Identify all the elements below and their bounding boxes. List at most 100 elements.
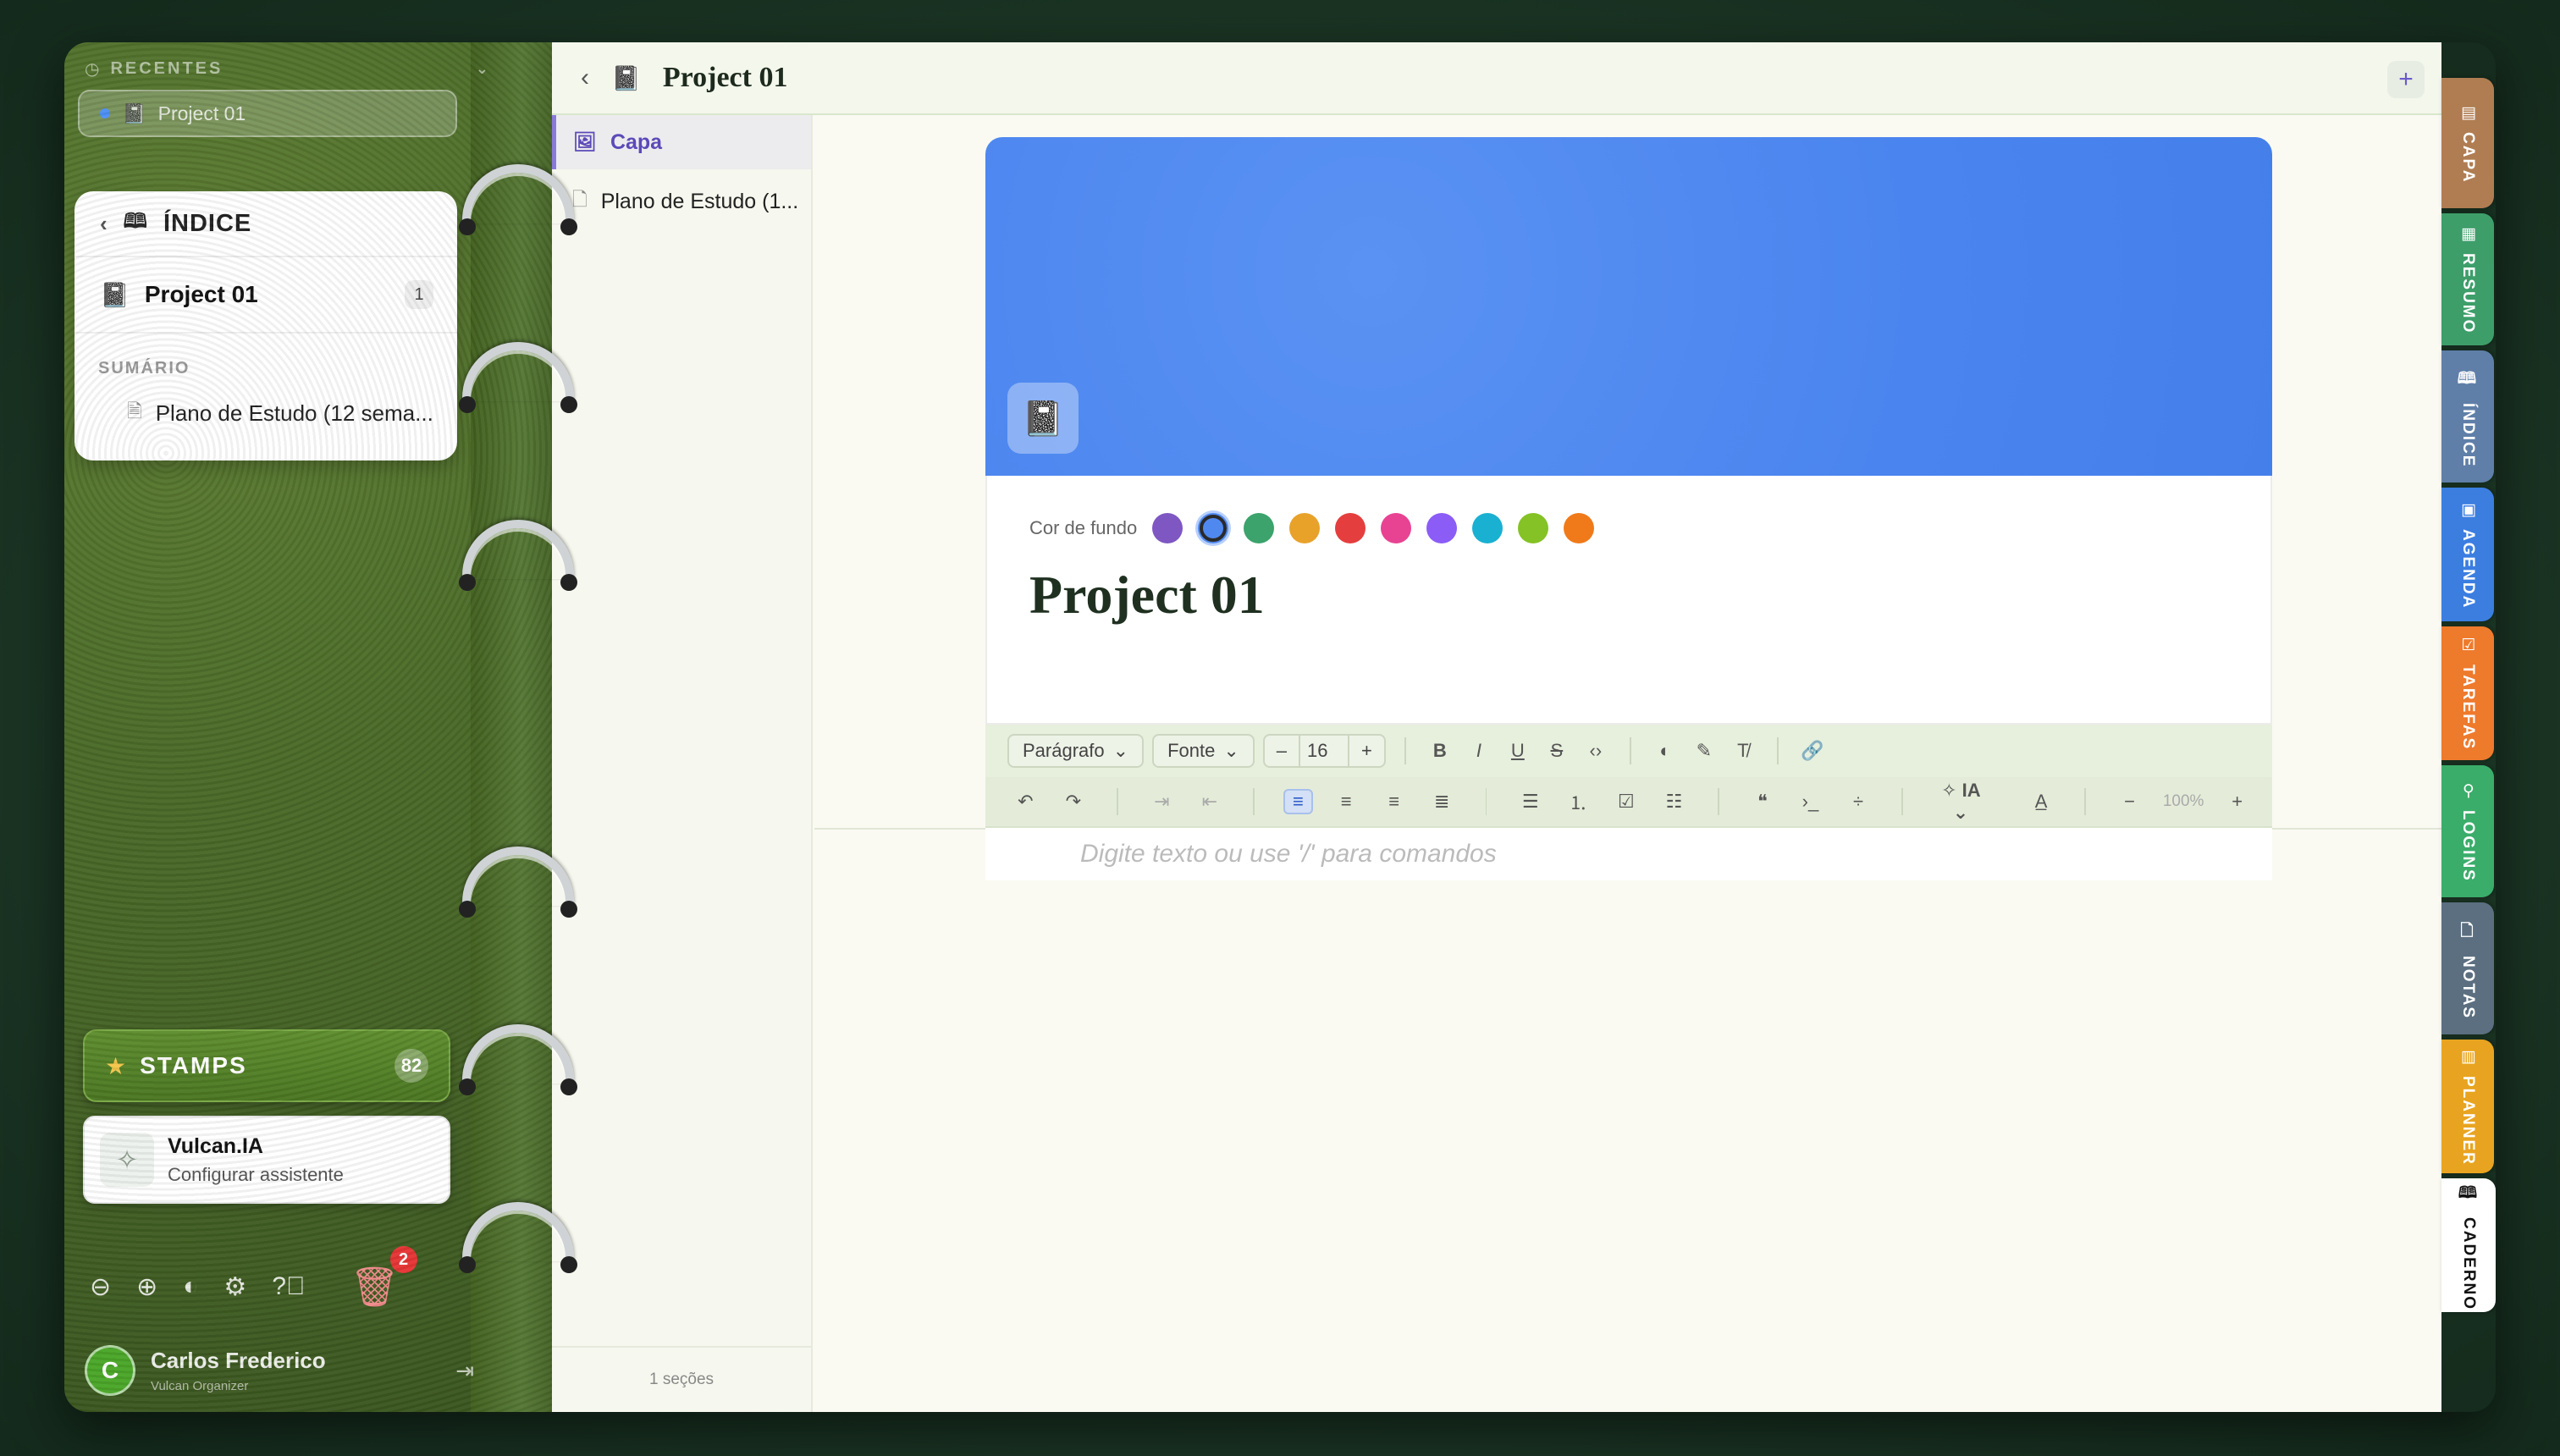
color-swatch[interactable] bbox=[1198, 513, 1229, 543]
numbered-list-icon[interactable]: ⒈ bbox=[1564, 788, 1593, 815]
project-count-badge: 1 bbox=[405, 280, 433, 309]
text-color-icon[interactable]: ◐ bbox=[1650, 740, 1680, 762]
tab-capa[interactable]: ▤ CAPA bbox=[2441, 78, 2494, 208]
toolbar-divider bbox=[2084, 788, 2087, 815]
italic-icon[interactable]: I bbox=[1464, 740, 1494, 762]
image-icon: 🖼 bbox=[573, 131, 597, 152]
index-card: ‹ 🕮 ÍNDICE 📓 Project 01 1 SUMÁRIO 🗎 Plan… bbox=[74, 191, 457, 461]
align-left-icon[interactable]: ≡ bbox=[1283, 789, 1313, 814]
highlight-icon[interactable]: ✎ bbox=[1689, 740, 1719, 762]
color-swatch[interactable] bbox=[1335, 513, 1366, 543]
zoom-in-icon[interactable]: + bbox=[2222, 791, 2252, 813]
redo-icon[interactable]: ↷ bbox=[1059, 791, 1089, 813]
toolbar-divider bbox=[1901, 788, 1904, 815]
font-dropdown-label: Fonte bbox=[1167, 740, 1216, 761]
cover-banner[interactable]: 📓 bbox=[985, 137, 2272, 476]
font-size-value[interactable]: 16 bbox=[1299, 736, 1350, 766]
section-capa-label: Capa bbox=[610, 130, 663, 154]
tab-caderno[interactable]: 🕮 CADERNO bbox=[2441, 1178, 2496, 1312]
bold-icon[interactable]: B bbox=[1425, 740, 1455, 762]
color-swatch[interactable] bbox=[1472, 513, 1503, 543]
editor-input[interactable]: Digite texto ou use '/' para comandos bbox=[985, 828, 2272, 880]
color-swatch[interactable] bbox=[1289, 513, 1321, 543]
avatar[interactable]: C bbox=[85, 1345, 135, 1396]
bullet-list-icon[interactable]: ☰ bbox=[1515, 791, 1545, 813]
page-title: Project 01 bbox=[662, 62, 788, 93]
paragraph-dropdown-label: Parágrafo bbox=[1023, 740, 1105, 761]
trash-basket-icon: 🗑 bbox=[350, 1264, 400, 1309]
checklist-icon[interactable]: ☑ bbox=[1612, 791, 1641, 813]
active-dot bbox=[100, 108, 110, 119]
undo-icon[interactable]: ↶ bbox=[1011, 791, 1040, 813]
tab-resumo[interactable]: ▦ RESUMO bbox=[2441, 213, 2494, 345]
tab-agenda[interactable]: ▣ AGENDA bbox=[2441, 488, 2494, 621]
tab-tarefas[interactable]: ☑ TAREFAS bbox=[2441, 626, 2494, 760]
spellcheck-icon[interactable]: A̲ bbox=[2027, 791, 2056, 813]
ordered-list-icon[interactable]: ☷ bbox=[1659, 791, 1689, 813]
help-icon[interactable]: ?⃝ bbox=[272, 1272, 305, 1301]
color-swatch[interactable] bbox=[1426, 513, 1458, 543]
color-swatch[interactable] bbox=[1244, 513, 1275, 543]
color-swatch[interactable] bbox=[1152, 513, 1183, 543]
book-icon: 🕮 bbox=[123, 209, 148, 233]
tab-índice[interactable]: 🕮 ÍNDICE bbox=[2441, 350, 2494, 483]
color-swatch[interactable] bbox=[1564, 513, 1595, 543]
font-size-stepper[interactable]: – 16 + bbox=[1262, 734, 1386, 768]
align-right-icon[interactable]: ≡ bbox=[1379, 791, 1409, 813]
notebook-cover-icon[interactable]: 📓 bbox=[1007, 383, 1079, 454]
tab-icon: ▤ bbox=[2459, 102, 2477, 124]
code-icon[interactable]: ‹› bbox=[1581, 740, 1611, 762]
zoom-out-icon[interactable]: ⊖ bbox=[90, 1272, 111, 1302]
project-title[interactable]: Project 01 bbox=[1029, 564, 1265, 626]
font-size-increase[interactable]: + bbox=[1349, 740, 1384, 762]
ai-button[interactable]: ✧ IA ⌄ bbox=[1932, 780, 1989, 824]
gear-icon[interactable]: ⚙ bbox=[223, 1272, 246, 1302]
section-item[interactable]: 🗋 Plano de Estudo (1... bbox=[552, 169, 811, 234]
indent-icon[interactable]: ⇥ bbox=[1147, 791, 1177, 813]
font-dropdown[interactable]: Fonte ⌄ bbox=[1152, 734, 1255, 768]
tab-icon: ☑ bbox=[2459, 636, 2477, 657]
summary-item[interactable]: 🗎 Plano de Estudo (12 sema... bbox=[74, 378, 457, 429]
palette-icon[interactable]: ◐ bbox=[183, 1272, 198, 1301]
section-capa[interactable]: 🖼 Capa bbox=[552, 115, 811, 169]
user-role: Vulcan Organizer bbox=[151, 1379, 249, 1393]
strikethrough-icon[interactable]: S bbox=[1542, 740, 1572, 762]
clear-format-icon[interactable]: T̸ bbox=[1728, 740, 1758, 762]
chevron-left-icon[interactable]: ‹ bbox=[100, 211, 108, 237]
chevron-down-icon[interactable]: ⌄ bbox=[476, 60, 491, 78]
underline-icon[interactable]: U bbox=[1503, 740, 1533, 762]
zoom-level: 100% bbox=[2162, 792, 2204, 810]
tab-icon: ▦ bbox=[2459, 224, 2477, 245]
back-chevron-icon[interactable]: ‹ bbox=[581, 63, 589, 92]
tab-planner[interactable]: ▥ PLANNER bbox=[2441, 1040, 2494, 1173]
app-window: ◷ RECENTES ⌄ 📓 Project 01 ‹ 🕮 ÍNDICE 📓 P… bbox=[64, 42, 2496, 1412]
color-swatch[interactable] bbox=[1518, 513, 1549, 543]
align-center-icon[interactable]: ≡ bbox=[1332, 791, 1361, 813]
quote-icon[interactable]: ❝ bbox=[1748, 791, 1778, 813]
zoom-out-icon[interactable]: − bbox=[2115, 791, 2144, 813]
tab-notas[interactable]: 🗋 NOTAS bbox=[2441, 902, 2494, 1034]
align-justify-icon[interactable]: ≣ bbox=[1427, 791, 1457, 813]
outdent-icon[interactable]: ⇤ bbox=[1195, 791, 1225, 813]
assistant-card[interactable]: ✧ Vulcan.IA Configurar assistente bbox=[83, 1116, 450, 1204]
recent-item-project[interactable]: 📓 Project 01 bbox=[78, 90, 457, 137]
stamps-count: 82 bbox=[394, 1049, 428, 1083]
trash-button[interactable]: 🗑 2 bbox=[348, 1246, 417, 1312]
stamps-button[interactable]: ★ STAMPS 82 bbox=[83, 1029, 450, 1102]
index-project-row[interactable]: 📓 Project 01 1 bbox=[74, 257, 457, 334]
add-button[interactable]: + bbox=[2387, 61, 2425, 98]
zoom-in-icon[interactable]: ⊕ bbox=[136, 1272, 157, 1302]
font-size-decrease[interactable]: – bbox=[1265, 740, 1299, 762]
color-swatch[interactable] bbox=[1381, 513, 1412, 543]
tab-label: PLANNER bbox=[2459, 1076, 2477, 1166]
horizontal-rule-icon[interactable]: ÷ bbox=[1844, 791, 1873, 813]
star-icon: ★ bbox=[105, 1052, 129, 1079]
tab-logins[interactable]: ⚲ LOGINS bbox=[2441, 765, 2494, 897]
recentes-header[interactable]: ◷ RECENTES ⌄ bbox=[85, 54, 491, 83]
link-icon[interactable]: 🔗 bbox=[1797, 740, 1828, 762]
logout-icon[interactable]: ⇥ bbox=[455, 1358, 474, 1384]
tab-label: TAREFAS bbox=[2459, 665, 2477, 751]
formatting-toolbar-row1: Parágrafo ⌄ Fonte ⌄ – 16 + B I U S ‹› ◐ ✎ … bbox=[985, 725, 2272, 777]
paragraph-dropdown[interactable]: Parágrafo ⌄ bbox=[1007, 734, 1145, 768]
terminal-icon[interactable]: ›_ bbox=[1796, 791, 1825, 813]
